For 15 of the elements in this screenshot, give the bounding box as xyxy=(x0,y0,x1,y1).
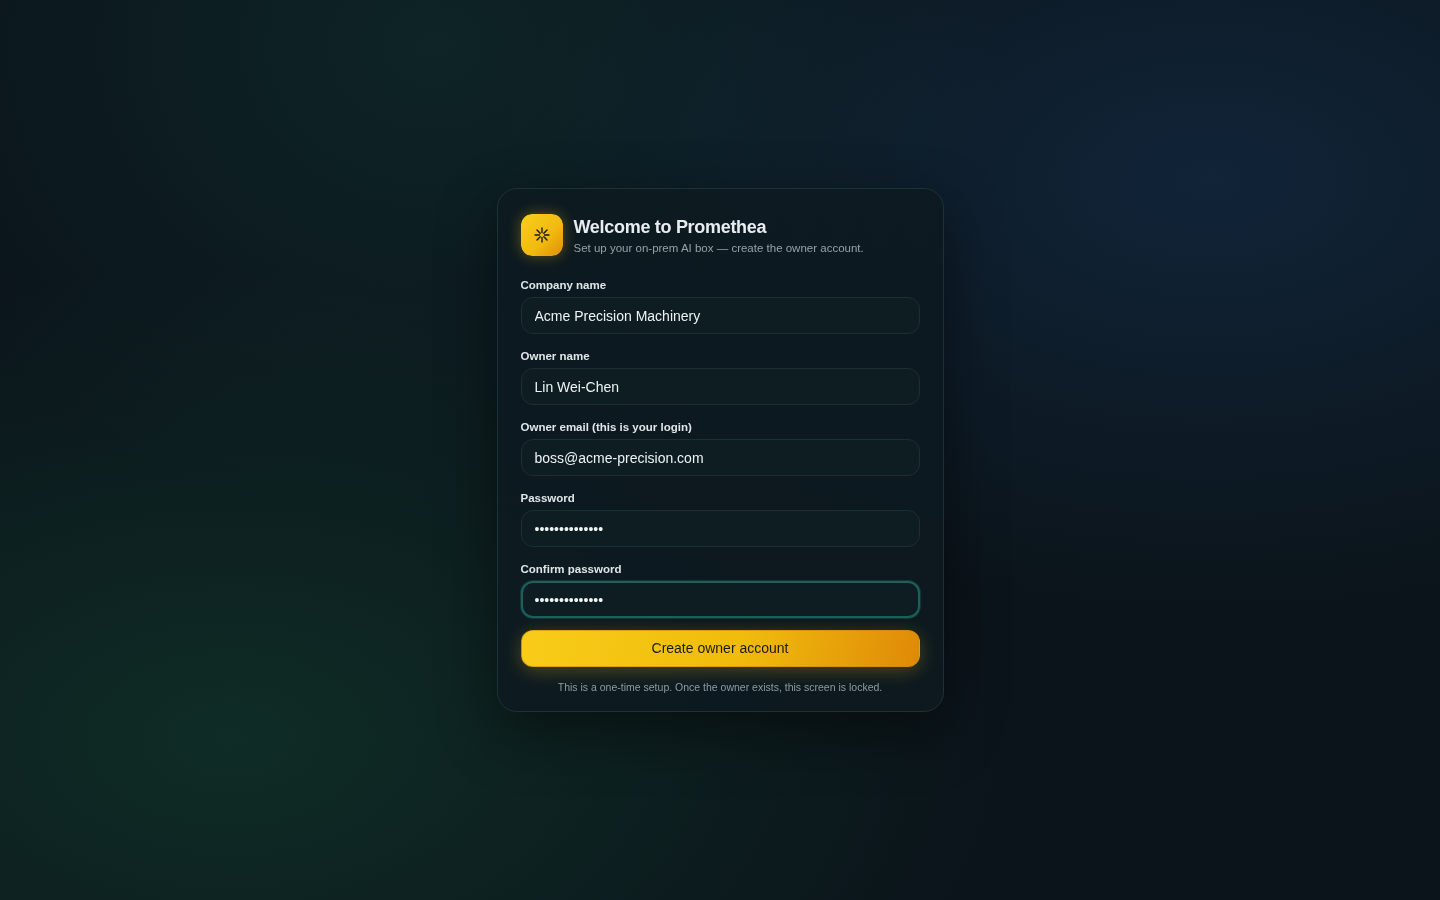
field-label: Password xyxy=(520,491,576,506)
input-field[interactable]: Lin Wei-Chen xyxy=(520,368,920,405)
field-label: Owner name xyxy=(520,349,591,364)
input-field[interactable]: boss@acme-precision.com xyxy=(520,439,920,476)
input-field[interactable]: •••••••••••••• xyxy=(520,510,920,547)
field-label: Owner email (this is your login) xyxy=(520,420,693,435)
input-field[interactable]: Acme Precision Machinery xyxy=(520,297,920,334)
welcome-subtitle: Set up your on-prem AI box — create the owner account. xyxy=(573,240,864,256)
input-field[interactable]: •••••••••••••• xyxy=(520,581,920,618)
field-label: Confirm password xyxy=(520,562,623,577)
setup-note: This is a one-time setup. Once the owner exists, this screen is locked. xyxy=(556,680,884,695)
field-label: Company name xyxy=(520,278,608,293)
create-account-button[interactable]: Create owner account xyxy=(520,630,920,667)
sparkle-logo-icon xyxy=(520,214,563,256)
welcome-title: Welcome to Promethea xyxy=(573,215,768,239)
